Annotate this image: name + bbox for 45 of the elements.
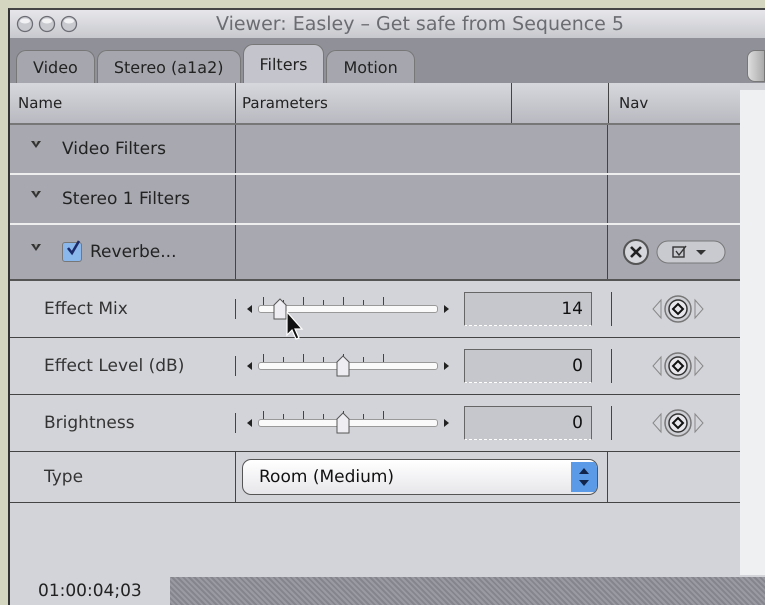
type-dropdown[interactable]: Room (Medium)	[242, 459, 598, 496]
slider-thumb[interactable]	[336, 412, 350, 434]
column-header: Name	[18, 94, 62, 112]
scroll-handle[interactable]	[747, 50, 765, 82]
slider-thumb[interactable]	[272, 298, 287, 320]
left-arrow-icon[interactable]	[246, 304, 254, 314]
group-label: Video Filters	[62, 139, 166, 160]
right-arrow-icon[interactable]	[442, 304, 450, 314]
slider-track[interactable]	[258, 354, 438, 378]
keyframe-button[interactable]	[663, 408, 693, 438]
slider-track[interactable]	[258, 411, 438, 436]
window-button[interactable]	[16, 14, 34, 33]
checkmark-icon	[65, 240, 81, 256]
window-button[interactable]	[38, 14, 56, 33]
value-field[interactable]: 0	[464, 406, 592, 440]
timecode-field[interactable]: 01:00:04;03	[10, 577, 170, 605]
menu-button[interactable]	[656, 238, 726, 266]
right-arrow-icon[interactable]	[442, 418, 450, 428]
window-button[interactable]	[60, 14, 78, 33]
filter-name: Reverbe...	[90, 242, 176, 262]
tab[interactable]: Stereo (a1a2)	[96, 50, 240, 84]
column-header: Parameters	[242, 94, 328, 112]
parameter-label: Type	[43, 467, 84, 488]
column-header: Nav	[619, 94, 648, 112]
parameter-label: Effect Mix	[43, 299, 128, 320]
parameter-label: Brightness	[43, 413, 135, 434]
slider-thumb[interactable]	[336, 355, 350, 378]
stepper-arrows-icon	[571, 462, 597, 492]
keyframe-button[interactable]	[663, 294, 693, 324]
value-field[interactable]: 0	[464, 349, 592, 384]
left-arrow-icon[interactable]	[246, 361, 254, 372]
tab[interactable]: Video	[16, 50, 95, 84]
left-arrow-icon[interactable]	[246, 418, 254, 428]
keyframe-button[interactable]	[663, 351, 693, 382]
slider-track[interactable]	[258, 297, 438, 322]
checkbox[interactable]	[62, 242, 82, 262]
right-arrow-icon[interactable]	[442, 361, 450, 372]
tab[interactable]: Motion	[326, 50, 415, 84]
group-label: Stereo 1 Filters	[62, 189, 190, 210]
parameter-label: Effect Level (dB)	[43, 356, 184, 376]
window-title: Viewer: Easley – Get safe from Sequence 5	[216, 12, 624, 35]
value-field[interactable]: 14	[464, 292, 592, 326]
pointer-icon	[286, 311, 304, 341]
tab[interactable]: Filters	[242, 44, 324, 84]
reset-button[interactable]	[622, 238, 650, 266]
